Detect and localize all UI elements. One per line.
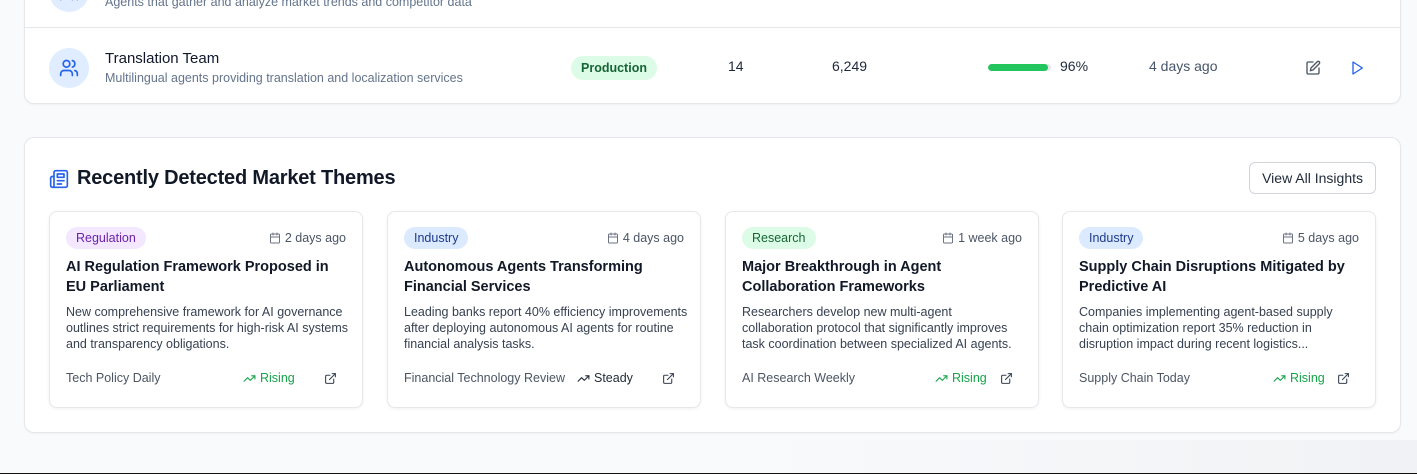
external-link-icon [1000, 372, 1012, 384]
theme-date: 2 days ago [269, 231, 346, 245]
open-link-button[interactable] [322, 370, 338, 386]
theme-date-text: 4 days ago [622, 231, 684, 245]
theme-card[interactable]: Research 1 week ago Major Breakthrough i… [725, 211, 1039, 408]
team-name: Translation Team [105, 50, 220, 67]
market-themes-panel: Recently Detected Market Themes View All… [24, 137, 1401, 433]
trend-label: Rising [260, 371, 295, 385]
category-tag: Industry [404, 227, 469, 249]
trend-label: Steady [594, 371, 633, 385]
edit-button[interactable] [1301, 56, 1325, 80]
theme-card[interactable]: Industry 4 days ago Autonomous Agents Tr… [387, 211, 701, 408]
theme-title[interactable]: Supply Chain Disruptions Mitigated by Pr… [1079, 257, 1363, 297]
theme-card[interactable]: Regulation 2 days ago AI Regulation Fram… [49, 211, 363, 408]
open-link-button[interactable] [660, 370, 676, 386]
panel-title: Recently Detected Market Themes [77, 167, 396, 189]
trend-indicator: Steady [577, 371, 633, 385]
trend-label: Rising [1290, 371, 1325, 385]
theme-description: New comprehensive framework for AI gover… [66, 305, 349, 351]
theme-date: 5 days ago [1282, 231, 1359, 245]
external-link-icon [662, 372, 674, 384]
trending-up-icon [1273, 374, 1286, 382]
trending-up-icon [577, 374, 590, 382]
agent-count: 14 [728, 58, 744, 74]
theme-title[interactable]: Autonomous Agents Transforming Financial… [404, 257, 688, 297]
theme-date: 1 week ago [942, 231, 1022, 245]
view-all-insights-button[interactable]: View All Insights [1249, 162, 1376, 194]
trending-up-icon [935, 374, 948, 382]
open-link-button[interactable] [1335, 370, 1351, 386]
theme-date: 4 days ago [607, 231, 684, 245]
external-link-icon [1337, 372, 1349, 384]
success-rate-fill [988, 64, 1049, 71]
last-active: 4 days ago [1149, 58, 1218, 74]
theme-date-text: 2 days ago [284, 231, 346, 245]
team-description: Multilingual agents providing translatio… [105, 71, 463, 85]
theme-source: AI Research Weekly [742, 371, 856, 385]
theme-title[interactable]: AI Regulation Framework Proposed in EU P… [66, 257, 350, 297]
theme-description: Companies implementing agent-based suppl… [1079, 305, 1333, 351]
theme-source: Supply Chain Today [1079, 371, 1190, 385]
avatar [49, 48, 89, 88]
trend-label: Rising [952, 371, 987, 385]
table-row[interactable]: Translation Team Multilingual agents pro… [25, 32, 1400, 103]
calendar-icon [269, 232, 280, 244]
users-icon [59, 59, 79, 77]
users-icon [60, 0, 78, 1]
calendar-icon [1282, 232, 1293, 244]
success-rate-label: 96% [1060, 58, 1089, 74]
newspaper-icon [49, 169, 69, 189]
trending-up-icon [243, 374, 256, 382]
team-description: Agents that gather and analyze market tr… [105, 0, 472, 9]
theme-source: Financial Technology Review [404, 371, 565, 385]
stage-badge: Production [571, 56, 657, 80]
task-count: 6,249 [832, 58, 868, 74]
category-tag: Research [742, 227, 816, 249]
theme-source: Tech Policy Daily [66, 371, 161, 385]
run-button[interactable] [1345, 56, 1369, 80]
table-row[interactable]: Agents that gather and analyze market tr… [25, 0, 1400, 28]
category-tag: Industry [1079, 227, 1144, 249]
edit-icon [1306, 60, 1321, 75]
play-icon [1352, 61, 1363, 75]
theme-description: Researchers develop new multi-agent coll… [742, 305, 1012, 351]
bottom-shadow [740, 440, 1417, 474]
success-rate-bar [988, 64, 1051, 71]
theme-date-text: 1 week ago [958, 231, 1022, 245]
theme-description: Leading banks report 40% efficiency impr… [404, 305, 688, 351]
theme-card[interactable]: Industry 5 days ago Supply Chain Disrupt… [1062, 211, 1376, 408]
external-link-icon [324, 372, 336, 384]
avatar [49, 0, 89, 12]
teams-table: Agents that gather and analyze market tr… [24, 0, 1401, 104]
calendar-icon [943, 232, 954, 244]
trend-indicator: Rising [1273, 371, 1325, 385]
open-link-button[interactable] [998, 370, 1014, 386]
trend-indicator: Rising [243, 371, 295, 385]
trend-indicator: Rising [935, 371, 987, 385]
category-tag: Regulation [66, 227, 146, 249]
calendar-icon [607, 232, 618, 244]
theme-date-text: 5 days ago [1297, 231, 1359, 245]
theme-title[interactable]: Major Breakthrough in Agent Collaboratio… [742, 257, 1026, 297]
